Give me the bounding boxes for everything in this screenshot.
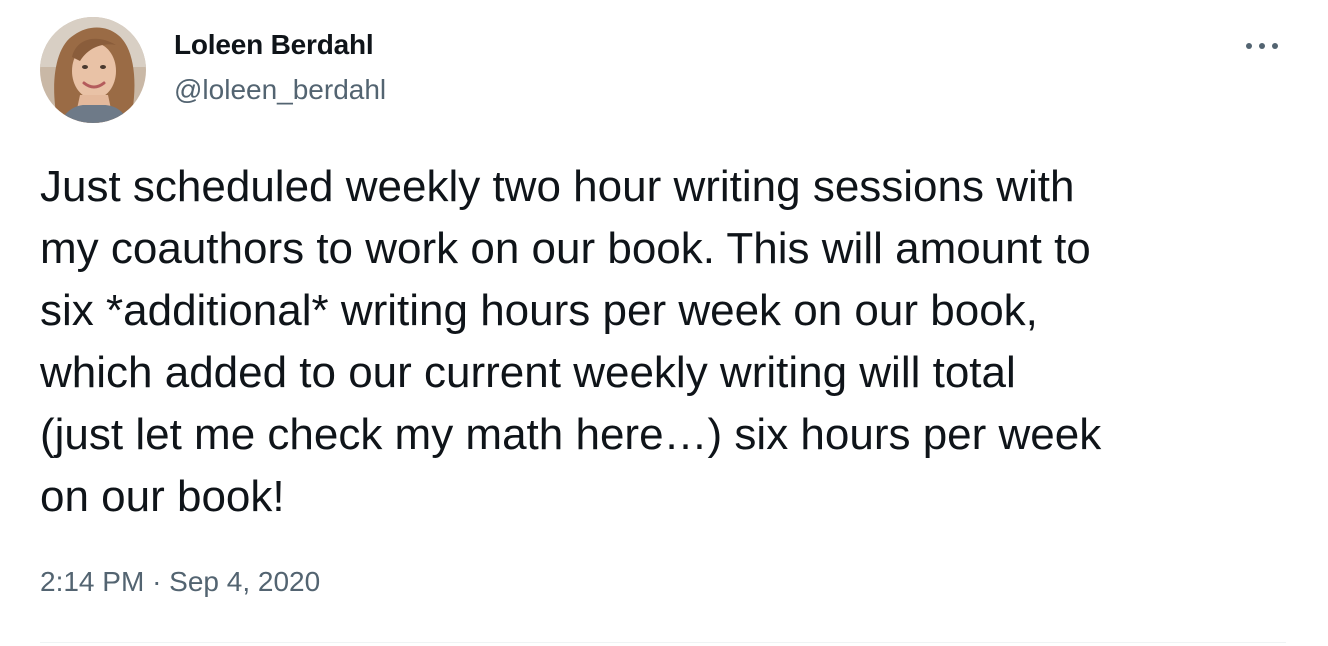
- profile-photo-icon: [40, 17, 146, 123]
- meta-separator: ·: [152, 566, 170, 597]
- author-display-name[interactable]: Loleen Berdahl: [174, 29, 374, 61]
- tweet-text-line: on our book!: [40, 472, 285, 521]
- ellipsis-icon-dot: [1246, 43, 1252, 49]
- tweet-text-line: six *additional* writing hours per week …: [40, 286, 1038, 335]
- tweet-card: Loleen Berdahl @loleen_berdahl Just sche…: [0, 0, 1328, 646]
- tweet-time-link[interactable]: 2:14 PM: [40, 566, 144, 597]
- ellipsis-icon-dot: [1272, 43, 1278, 49]
- tweet-text: Just scheduled weekly two hour writing s…: [40, 156, 1300, 528]
- author-handle[interactable]: @loleen_berdahl: [174, 74, 386, 106]
- divider: [40, 642, 1286, 643]
- more-options-button[interactable]: [1240, 30, 1284, 60]
- tweet-text-line: (just let me check my math here…) six ho…: [40, 410, 1102, 459]
- tweet-text-line: Just scheduled weekly two hour writing s…: [40, 162, 1075, 211]
- ellipsis-icon-dot: [1259, 43, 1265, 49]
- tweet-date-link[interactable]: Sep 4, 2020: [169, 566, 320, 597]
- author-avatar[interactable]: [40, 17, 146, 123]
- tweet-timestamp: 2:14 PM · Sep 4, 2020: [40, 566, 320, 598]
- tweet-text-line: my coauthors to work on our book. This w…: [40, 224, 1091, 273]
- tweet-text-line: which added to our current weekly writin…: [40, 348, 1016, 397]
